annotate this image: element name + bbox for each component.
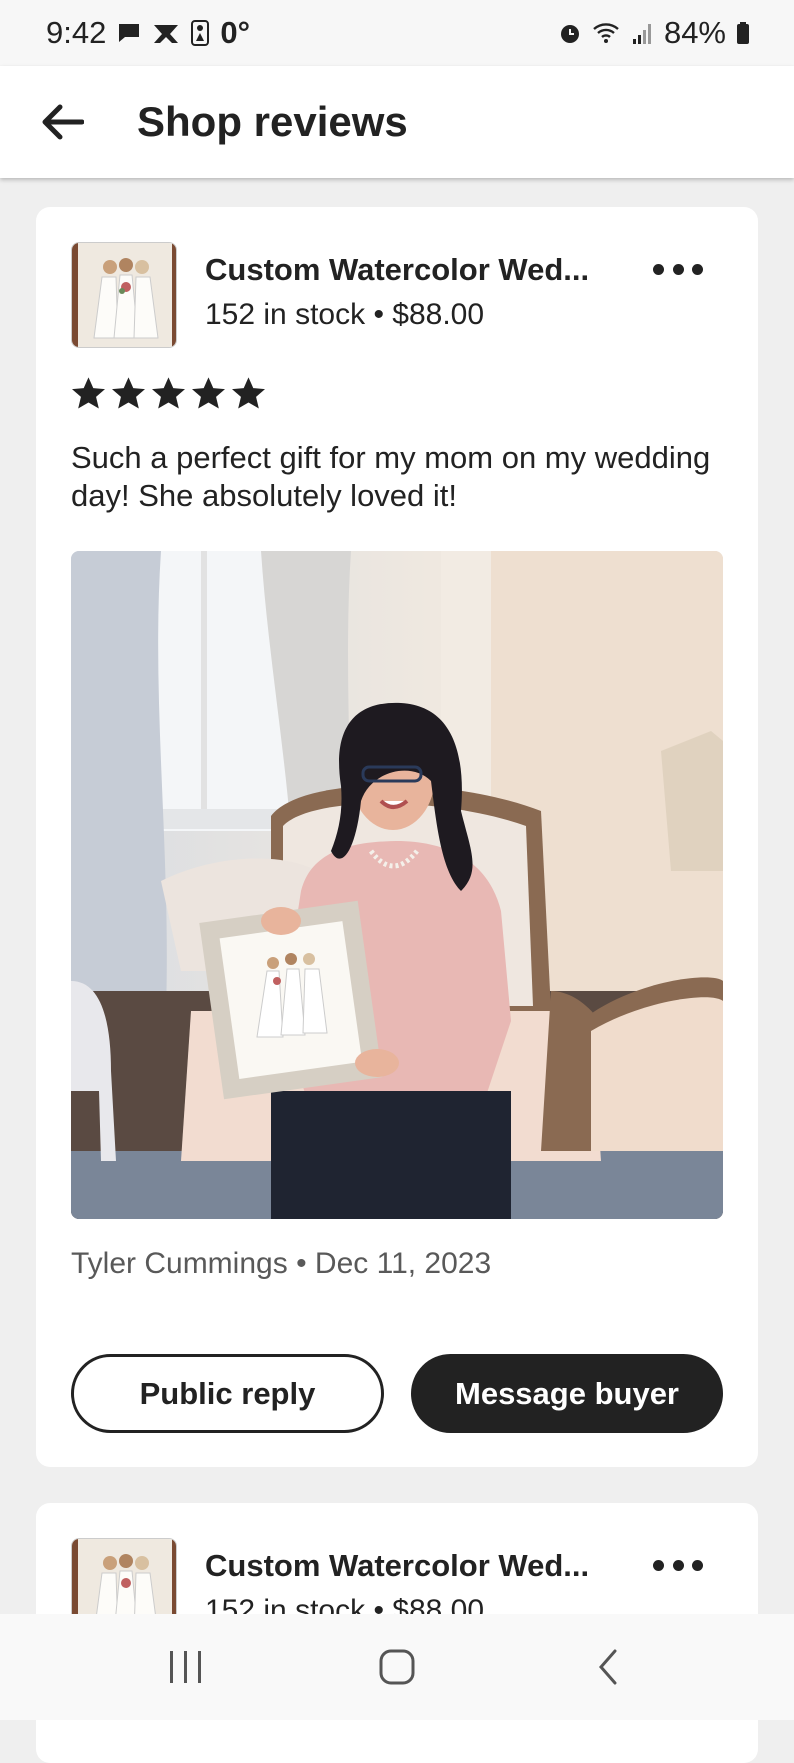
more-options-button[interactable]: [653, 1550, 703, 1580]
star-icon: [72, 377, 105, 409]
signal-icon: [632, 21, 654, 45]
alarm-icon: [558, 21, 582, 45]
battery-percentage: 84%: [663, 15, 726, 50]
home-button[interactable]: [357, 1637, 437, 1697]
review-text: Such a perfect gift for my mom on my wed…: [71, 440, 711, 513]
star-icon: [232, 377, 265, 409]
system-nav-bar: [0, 1614, 794, 1720]
more-options-icon: [672, 263, 684, 275]
more-options-icon: [672, 1559, 684, 1571]
recent-apps-button[interactable]: [146, 1637, 226, 1697]
listing-meta: 152 in stock • $88.00: [205, 298, 484, 332]
clock: 9:42: [46, 15, 107, 50]
back-arrow-icon: [42, 104, 84, 140]
meta-separator: •: [373, 298, 384, 331]
temperature: 0°: [220, 15, 250, 50]
review-card: Custom Watercolor Wed... 152 in stock • …: [36, 207, 758, 1467]
back-nav-icon: [599, 1649, 617, 1685]
listing-price: $88.00: [392, 298, 485, 331]
more-options-button[interactable]: [653, 254, 703, 284]
reviewer-separator: •: [296, 1247, 307, 1280]
back-button[interactable]: [32, 92, 92, 152]
reviewer-name: Tyler Cummings: [71, 1247, 288, 1280]
star-icon: [112, 377, 145, 409]
more-options-icon: [653, 263, 664, 275]
message-buyer-button[interactable]: Message buyer: [411, 1354, 723, 1433]
battery-icon: [736, 21, 750, 45]
page-title: Shop reviews: [137, 98, 408, 145]
star-rating: [70, 375, 267, 412]
stock-count: 152 in stock: [205, 298, 366, 331]
chat-bubble-icon: [116, 21, 142, 45]
more-options-icon: [653, 1559, 664, 1571]
public-reply-button[interactable]: Public reply: [71, 1354, 384, 1433]
listing-title[interactable]: Custom Watercolor Wed...: [205, 1548, 625, 1584]
status-bar: 9:42 0° 84%: [0, 0, 794, 66]
app-notification-icon: [152, 21, 180, 45]
review-date: Dec 11, 2023: [314, 1247, 492, 1280]
listing-row[interactable]: Custom Watercolor Wed... 152 in stock • …: [71, 242, 723, 348]
star-icon: [152, 377, 185, 409]
status-left: 9:42 0°: [46, 15, 250, 51]
home-icon: [379, 1649, 415, 1685]
more-options-icon: [692, 1559, 703, 1571]
status-right: 84%: [558, 15, 750, 51]
more-options-icon: [692, 263, 703, 275]
back-nav-button[interactable]: [568, 1637, 648, 1697]
listing-thumbnail[interactable]: [71, 242, 177, 348]
star-icon: [192, 377, 225, 409]
recent-apps-icon: [169, 1651, 201, 1683]
person-download-icon: [190, 19, 210, 47]
app-bar: Shop reviews: [0, 66, 794, 178]
reviewer-line: Tyler Cummings • Dec 11, 2023: [71, 1247, 491, 1281]
review-photo[interactable]: [71, 551, 723, 1219]
wifi-icon: [592, 21, 622, 45]
listing-title[interactable]: Custom Watercolor Wed...: [205, 252, 625, 288]
